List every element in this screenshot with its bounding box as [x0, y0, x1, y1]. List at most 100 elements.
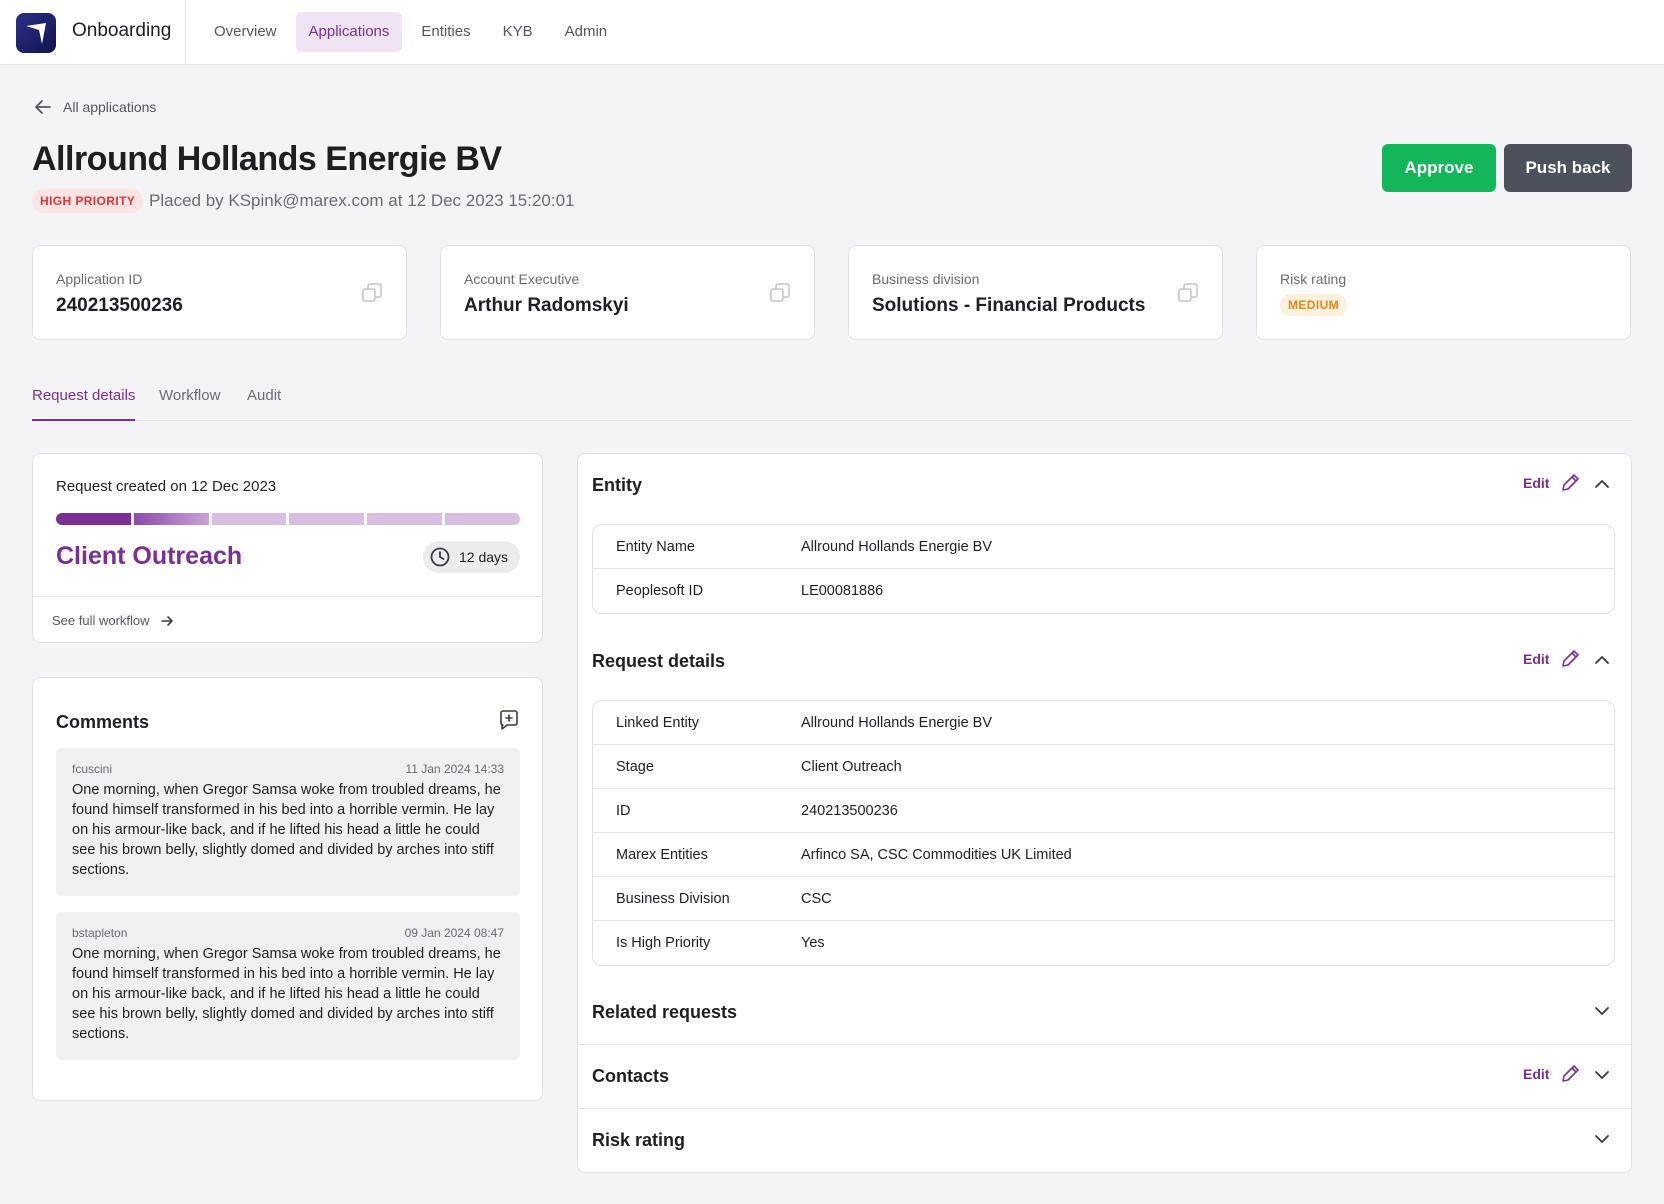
row-key: Peoplesoft ID	[616, 583, 704, 599]
comment-time: 11 Jan 2024 14:33	[405, 762, 504, 776]
divider	[578, 1044, 1631, 1045]
row-value: LE00081886	[801, 583, 884, 599]
row-key: Stage	[616, 758, 654, 775]
placed-by-text: Placed by KSpink@marex.com at 12 Dec 202…	[149, 191, 575, 210]
comment-item: fcuscini 11 Jan 2024 14:33 One morning, …	[56, 748, 520, 896]
comment-author: bstapleton	[72, 926, 128, 940]
detail-tabs: Request details Workflow Audit	[32, 385, 1632, 421]
row-key: ID	[616, 802, 631, 819]
nav-admin[interactable]: Admin	[552, 12, 621, 52]
back-link[interactable]: All applications	[33, 97, 156, 117]
nav-applications[interactable]: Applications	[295, 12, 403, 52]
request-details-section-title: Request details	[592, 651, 726, 671]
card-label: Business division	[872, 271, 980, 287]
entity-edit-button[interactable]: Edit	[1523, 472, 1581, 494]
request-details-table: Linked Entity Allround Hollands Energie …	[592, 700, 1615, 966]
comment-text: One morning, when Gregor Samsa woke from…	[72, 946, 501, 1042]
nav-overview[interactable]: Overview	[201, 12, 290, 52]
card-value: 240213500236	[56, 295, 183, 316]
add-comment-icon[interactable]	[498, 709, 520, 731]
application-id-card: Application ID 240213500236	[32, 245, 407, 340]
entity-section-title: Entity	[592, 475, 643, 495]
business-division-card: Business division Solutions - Financial …	[848, 245, 1223, 340]
progress-segment	[289, 513, 365, 525]
edit-label: Edit	[1523, 475, 1550, 491]
progress-segment	[56, 513, 131, 525]
current-stage: Client Outreach	[56, 542, 243, 570]
see-full-workflow-link[interactable]: See full workflow	[52, 613, 174, 628]
risk-rating-section-title: Risk rating	[592, 1130, 686, 1150]
app-logo[interactable]	[16, 13, 56, 53]
table-row: Is High Priority Yes	[593, 921, 1614, 965]
chevron-down-icon[interactable]	[1592, 1001, 1612, 1021]
risk-badge: MEDIUM	[1280, 294, 1348, 316]
pencil-icon	[1562, 650, 1580, 667]
main-nav: Overview Applications Entities KYB Admin	[201, 12, 620, 52]
comment-item: bstapleton 09 Jan 2024 08:47 One morning…	[56, 912, 520, 1060]
chevron-down-icon[interactable]	[1592, 1065, 1612, 1085]
approve-button[interactable]: Approve	[1382, 144, 1496, 192]
comment-time: 09 Jan 2024 08:47	[404, 926, 504, 940]
see-full-workflow-label: See full workflow	[52, 613, 150, 628]
comment-author: fcuscini	[72, 762, 113, 776]
pencil-icon	[1562, 1065, 1580, 1082]
progress-segment	[445, 513, 520, 525]
copy-icon[interactable]	[361, 282, 383, 304]
days-pill: 12 days	[423, 541, 521, 573]
table-row: ID 240213500236	[593, 789, 1614, 833]
tab-request-details[interactable]: Request details	[32, 385, 136, 421]
priority-badge: HIGH PRIORITY	[32, 189, 144, 213]
entity-table: Entity Name Allround Hollands Energie BV…	[592, 524, 1615, 614]
row-value: Yes	[801, 935, 825, 951]
app-name: Onboarding	[72, 20, 172, 41]
top-nav-bar: Onboarding Overview Applications Entitie…	[0, 0, 1664, 65]
clock-icon	[430, 547, 450, 567]
push-back-button[interactable]: Push back	[1504, 144, 1632, 192]
chevron-down-icon[interactable]	[1592, 1129, 1612, 1149]
table-row: Linked Entity Allround Hollands Energie …	[593, 701, 1614, 745]
request-details-edit-button[interactable]: Edit	[1523, 648, 1581, 670]
edit-label: Edit	[1523, 651, 1550, 667]
row-value: CSC	[801, 890, 832, 907]
table-row: Entity Name Allround Hollands Energie BV	[593, 525, 1614, 569]
row-value: Arfinco SA, CSC Commodities UK Limited	[801, 846, 1072, 863]
divider	[578, 1108, 1631, 1109]
logo-icon	[26, 23, 46, 44]
card-label: Account Executive	[464, 271, 580, 287]
card-label: Risk rating	[1280, 271, 1347, 287]
table-row: Peoplesoft ID LE00081886	[593, 569, 1614, 613]
chevron-up-icon[interactable]	[1592, 474, 1612, 494]
back-link-label: All applications	[63, 99, 157, 115]
contacts-edit-button[interactable]: Edit	[1523, 1063, 1581, 1085]
divider	[33, 596, 542, 597]
nav-entities[interactable]: Entities	[408, 12, 483, 52]
chevron-up-icon[interactable]	[1592, 650, 1612, 670]
progress-bar	[56, 513, 520, 525]
row-value: Allround Hollands Energie BV	[801, 538, 993, 555]
copy-icon[interactable]	[1177, 282, 1199, 304]
related-requests-section-title: Related requests	[592, 1002, 738, 1022]
tab-audit[interactable]: Audit	[247, 385, 281, 421]
pencil-icon	[1562, 474, 1580, 491]
row-value: 240213500236	[801, 802, 898, 819]
row-value: Client Outreach	[801, 758, 902, 775]
table-row: Marex Entities Arfinco SA, CSC Commoditi…	[593, 833, 1614, 877]
progress-segment	[211, 513, 287, 525]
row-key: Business Division	[616, 890, 730, 907]
row-key: Entity Name	[616, 538, 695, 555]
progress-segment	[367, 513, 443, 525]
card-value: Solutions - Financial Products	[872, 295, 1146, 316]
row-key: Is High Priority	[616, 935, 711, 951]
copy-icon[interactable]	[769, 282, 791, 304]
table-row: Stage Client Outreach	[593, 745, 1614, 789]
card-label: Application ID	[56, 271, 143, 287]
progress-segment	[133, 513, 209, 525]
tab-workflow[interactable]: Workflow	[159, 385, 220, 421]
days-count: 12 days	[459, 549, 509, 565]
comment-text: One morning, when Gregor Samsa woke from…	[72, 782, 501, 878]
row-value: Allround Hollands Energie BV	[801, 714, 993, 731]
nav-divider	[185, 0, 186, 65]
edit-label: Edit	[1523, 1066, 1550, 1082]
row-key: Linked Entity	[616, 714, 700, 731]
nav-kyb[interactable]: KYB	[490, 12, 546, 52]
